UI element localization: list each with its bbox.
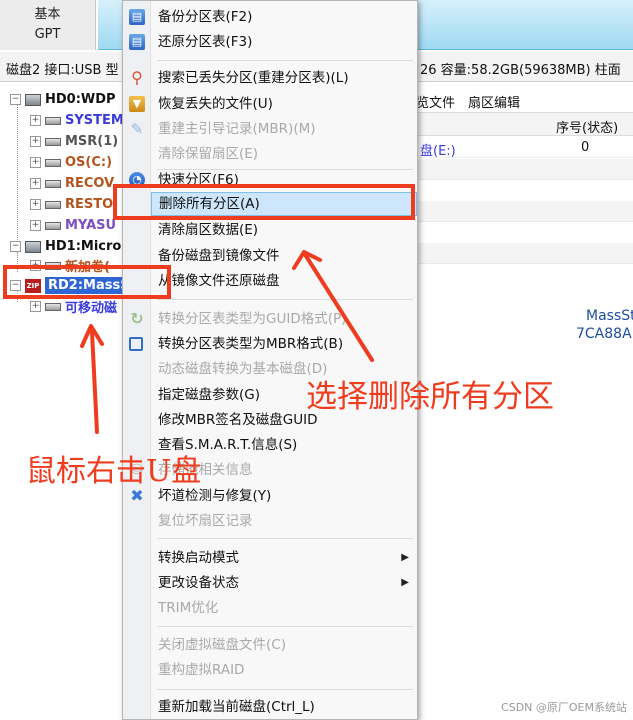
- annotation-arrows: [80, 250, 374, 434]
- arrow-line-to-disk: [90, 330, 99, 434]
- annotation-select-delete-all: 选择删除所有分区: [306, 379, 554, 415]
- arrow-line-to-menu-item: [304, 254, 374, 362]
- annotation-right-click-disk: 鼠标右击U盘: [26, 454, 202, 489]
- watermark: CSDN @原厂OEM系统站: [501, 701, 627, 714]
